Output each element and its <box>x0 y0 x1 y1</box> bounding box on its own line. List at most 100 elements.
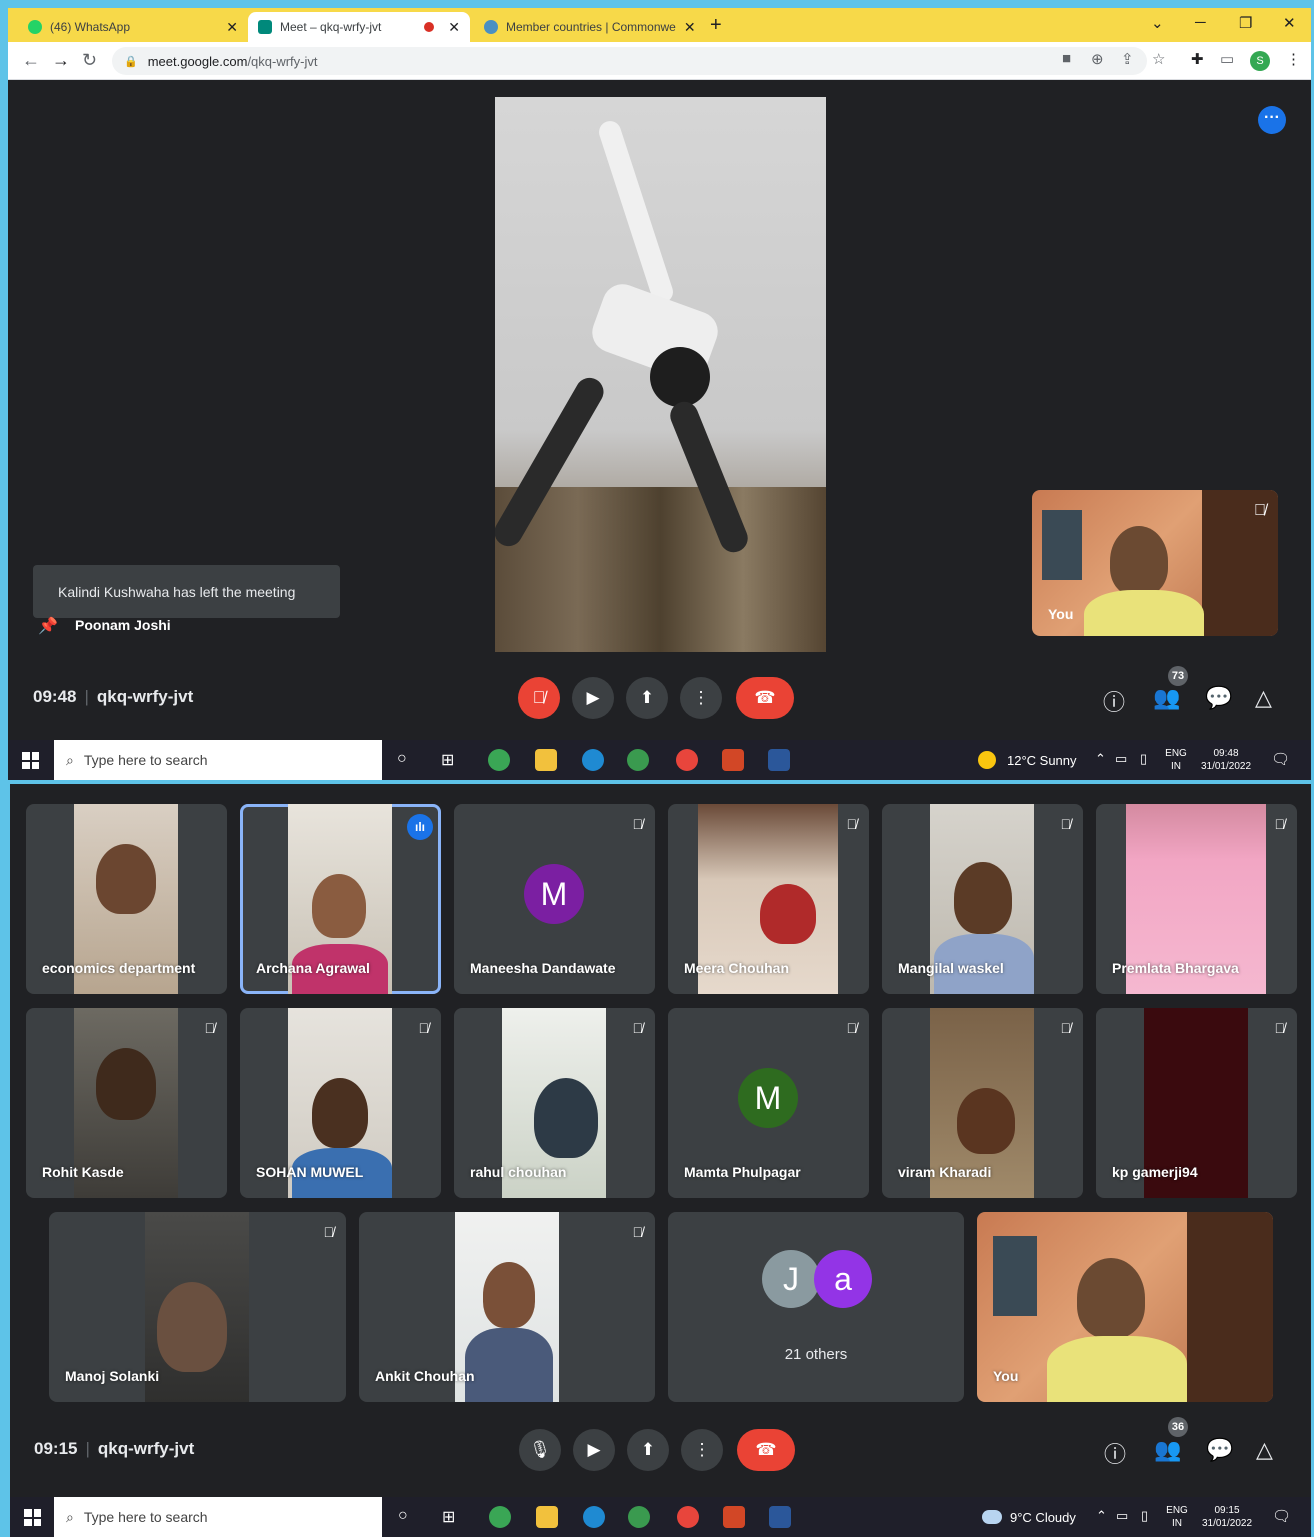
profile-avatar[interactable]: S <box>1250 51 1270 71</box>
address-bar-row: ← → ↻ 🔒 meet.google.com/qkq-wrfy-jvt ■ ⊕… <box>8 42 1311 80</box>
camera-icon[interactable]: ■ <box>1062 50 1071 67</box>
word-icon[interactable] <box>769 1506 791 1528</box>
chrome-icon[interactable] <box>627 749 649 771</box>
tab-meet[interactable]: Meet – qkq-wrfy-jvt ✕ <box>248 12 470 42</box>
present-button[interactable]: ⬆ <box>627 1429 669 1471</box>
participant-tile[interactable]: M 🎙̸ Maneesha Dandawate <box>454 804 655 994</box>
chat-icon[interactable]: 💬 <box>1205 685 1232 711</box>
participant-face <box>312 874 366 938</box>
taskbar-search[interactable]: ⌕ Type here to search <box>54 1497 382 1537</box>
windows-start-icon[interactable] <box>24 1509 41 1526</box>
participant-tile[interactable]: 🎙̸ Manoj Solanki <box>49 1212 346 1402</box>
people-icon[interactable]: 👥 <box>1154 1437 1181 1463</box>
extensions-icon[interactable]: ✚ <box>1191 50 1204 68</box>
battery-icon[interactable]: ▯ <box>1140 751 1147 767</box>
weather-text[interactable]: 12°C Sunny <box>1007 753 1077 768</box>
tab-search-icon[interactable]: ⌄ <box>1151 14 1164 32</box>
taskbar-clock[interactable]: 09:48 31/01/2022 <box>1193 747 1259 773</box>
people-icon[interactable]: 👥 <box>1153 685 1180 711</box>
cortana-icon[interactable]: ○ <box>398 1507 408 1525</box>
participant-tile[interactable]: 🎙̸ kp gamerji94 <box>1096 1008 1297 1198</box>
participant-face <box>760 884 816 944</box>
bookmark-star-icon[interactable]: ☆ <box>1152 50 1165 68</box>
participant-tile[interactable]: M 🎙̸ Mamta Phulpagar <box>668 1008 869 1198</box>
camera-button[interactable]: ▶ <box>572 677 614 719</box>
url-field[interactable]: 🔒 meet.google.com/qkq-wrfy-jvt <box>112 47 1147 75</box>
minimize-icon[interactable]: ─ <box>1195 14 1206 31</box>
office-icon[interactable] <box>723 1506 745 1528</box>
battery-icon[interactable]: ▯ <box>1141 1508 1148 1524</box>
activities-icon[interactable]: △ <box>1255 685 1272 711</box>
participant-tile[interactable]: 🎙̸ rahul chouhan <box>454 1008 655 1198</box>
participant-tile[interactable]: 🎙̸ Premlata Bhargava <box>1096 804 1297 994</box>
close-icon[interactable]: ✕ <box>448 19 460 36</box>
restore-icon[interactable]: ❐ <box>1239 14 1252 32</box>
zoom-icon[interactable]: ⊕ <box>1091 50 1104 68</box>
weather-text[interactable]: 9°C Cloudy <box>1010 1510 1076 1525</box>
app-icon[interactable] <box>489 1506 511 1528</box>
language-indicator[interactable]: ENG IN <box>1162 747 1190 773</box>
notifications-icon[interactable]: 🗨 <box>1271 750 1290 768</box>
close-icon[interactable]: ✕ <box>226 19 238 36</box>
window-close-icon[interactable]: ✕ <box>1283 14 1296 32</box>
meeting-time: 09:48 <box>33 687 77 706</box>
participant-tile[interactable]: 🎙̸ Ankit Chouhan <box>359 1212 655 1402</box>
tray-chevron-icon[interactable]: ⌃ <box>1095 751 1106 767</box>
more-options-button[interactable]: ⋮ <box>681 1429 723 1471</box>
participant-face <box>483 1262 535 1328</box>
task-view-icon[interactable]: ⊞ <box>441 750 454 770</box>
browser-menu-icon[interactable]: ⋮ <box>1286 50 1301 68</box>
language-indicator[interactable]: ENG IN <box>1163 1504 1191 1530</box>
taskbar-search[interactable]: ⌕ Type here to search <box>54 740 382 780</box>
meeting-info-icon[interactable]: ⓘ <box>1103 685 1125 717</box>
chat-icon[interactable]: 💬 <box>1206 1437 1233 1463</box>
reload-icon[interactable]: ↻ <box>82 50 97 71</box>
mic-off-button[interactable]: 🎙̸ <box>518 677 560 719</box>
participant-tile[interactable]: economics department <box>26 804 227 994</box>
activities-icon[interactable]: △ <box>1256 1437 1273 1463</box>
taskbar-clock[interactable]: 09:15 31/01/2022 <box>1194 1504 1260 1530</box>
mic-button[interactable]: 🎙 <box>519 1429 561 1471</box>
share-icon[interactable]: ⇪ <box>1121 50 1134 68</box>
participant-tile[interactable]: 🎙̸ Mangilal waskel <box>882 804 1083 994</box>
forward-icon[interactable]: → <box>52 50 70 71</box>
present-button[interactable]: ⬆ <box>626 677 668 719</box>
camera-button[interactable]: ▶ <box>573 1429 615 1471</box>
participant-tile[interactable]: 🎙̸ Meera Chouhan <box>668 804 869 994</box>
new-tab-button[interactable]: + <box>710 14 722 37</box>
cast-icon[interactable]: ▭ <box>1220 50 1234 68</box>
participant-tile[interactable]: ılı Archana Agrawal <box>240 804 441 994</box>
participant-tile[interactable]: 🎙̸ Rohit Kasde <box>26 1008 227 1198</box>
close-icon[interactable]: ✕ <box>684 19 696 36</box>
tab-label: Member countries | Commonwe <box>506 20 676 34</box>
tray-chevron-icon[interactable]: ⌃ <box>1096 1508 1107 1524</box>
tab-whatsapp[interactable]: (46) WhatsApp ✕ <box>18 12 248 42</box>
cortana-icon[interactable]: ○ <box>397 750 407 768</box>
back-icon[interactable]: ← <box>22 50 40 71</box>
more-options-button[interactable]: ⋮ <box>680 677 722 719</box>
more-options-icon[interactable]: ··· <box>1258 106 1286 134</box>
word-icon[interactable] <box>768 749 790 771</box>
others-tile[interactable]: J a 21 others <box>668 1212 964 1402</box>
end-call-button[interactable]: ☎ <box>736 677 794 719</box>
chrome-icon[interactable] <box>628 1506 650 1528</box>
network-icon[interactable]: ▭ <box>1116 1508 1128 1524</box>
chrome-icon[interactable] <box>676 749 698 771</box>
self-view-tile[interactable]: You <box>977 1212 1273 1402</box>
network-icon[interactable]: ▭ <box>1115 751 1127 767</box>
notifications-icon[interactable]: 🗨 <box>1272 1507 1291 1525</box>
participant-tile[interactable]: 🎙̸ SOHAN MUWEL <box>240 1008 441 1198</box>
app-icon[interactable] <box>488 749 510 771</box>
file-explorer-icon[interactable] <box>536 1506 558 1528</box>
windows-start-icon[interactable] <box>22 752 39 769</box>
chrome-icon[interactable] <box>677 1506 699 1528</box>
edge-icon[interactable] <box>583 1506 605 1528</box>
task-view-icon[interactable]: ⊞ <box>442 1507 455 1527</box>
edge-icon[interactable] <box>582 749 604 771</box>
end-call-button[interactable]: ☎ <box>737 1429 795 1471</box>
meeting-info-icon[interactable]: ⓘ <box>1104 1437 1126 1469</box>
office-icon[interactable] <box>722 749 744 771</box>
participant-tile[interactable]: 🎙̸ viram Kharadi <box>882 1008 1083 1198</box>
tab-commonwealth[interactable]: Member countries | Commonwe ✕ <box>474 12 700 42</box>
file-explorer-icon[interactable] <box>535 749 557 771</box>
